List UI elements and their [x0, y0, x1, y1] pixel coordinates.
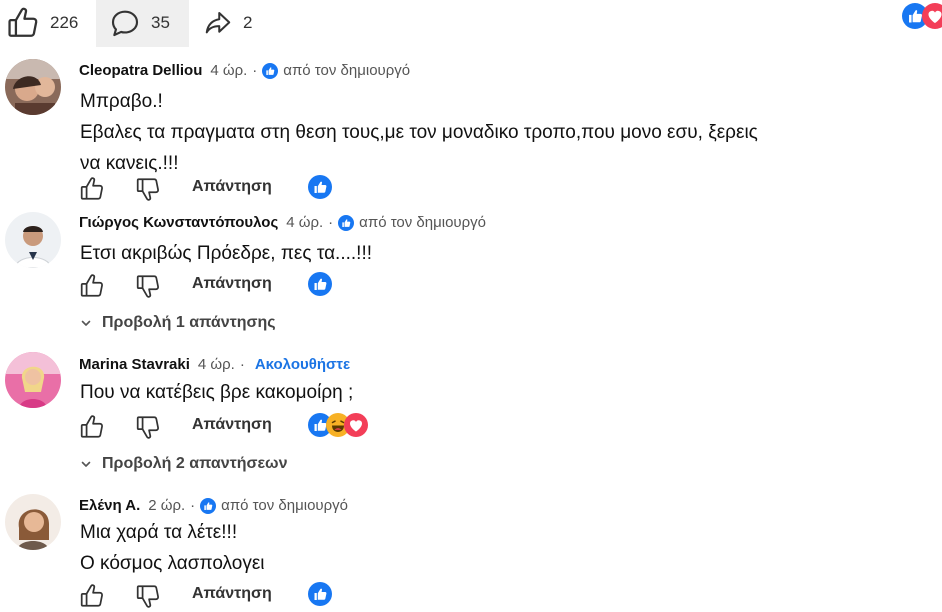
avatar[interactable]	[5, 494, 61, 550]
comment-reactions[interactable]	[308, 272, 332, 296]
author-badge: από τον δημιουργό	[338, 214, 486, 231]
reply-button[interactable]: Απάντηση	[192, 416, 272, 434]
like-button[interactable]	[79, 176, 105, 202]
follow-button[interactable]: Ακολουθήστε	[255, 356, 350, 373]
chevron-down-icon	[80, 458, 92, 470]
comment-header: Ελένη Α. 2 ώρ. · από τον δημιουργό	[79, 497, 348, 514]
reply-button[interactable]: Απάντηση	[192, 585, 272, 603]
comment-time[interactable]: 4 ώρ.	[286, 214, 323, 231]
avatar[interactable]	[5, 352, 61, 408]
love-icon	[922, 3, 942, 29]
comment-header: Marina Stavraki 4 ώρ. · Ακολουθήστε	[79, 356, 350, 373]
likes-stat[interactable]: 226	[6, 0, 78, 46]
view-replies-label: Προβολή 2 απαντήσεων	[102, 455, 288, 472]
view-replies-button[interactable]: Προβολή 1 απάντησης	[80, 314, 276, 332]
comment-text: Που να κατέβεις βρε κακομοίρη ;	[80, 382, 354, 403]
shares-stat[interactable]: 2	[203, 0, 252, 46]
likes-count: 226	[50, 13, 79, 32]
comment-reactions[interactable]	[308, 413, 372, 437]
comments-stat[interactable]: 35	[109, 0, 170, 46]
comment-bubble-icon	[109, 7, 141, 39]
chevron-down-icon	[80, 317, 92, 329]
author-badge-label: από τον δημιουργό	[359, 214, 487, 231]
reply-button[interactable]: Απάντηση	[192, 275, 272, 293]
comment-header: Γιώργος Κωνσταντόπουλος 4 ώρ. · από τον …	[79, 214, 486, 231]
like-button[interactable]	[79, 583, 105, 609]
comment-reactions[interactable]	[308, 582, 332, 606]
creator-badge-icon	[262, 63, 278, 79]
dislike-button[interactable]	[135, 273, 161, 299]
creator-badge-icon	[338, 215, 354, 231]
author-badge-label: από τον δημιουργό	[221, 497, 348, 514]
separator-dot: ·	[328, 214, 334, 231]
comment-text: Ετσι ακριβώς Πρόεδρε, πες τα....!!!	[80, 243, 373, 264]
dislike-button[interactable]	[135, 414, 161, 440]
share-arrow-icon	[203, 8, 233, 38]
author-badge: από τον δημιουργό	[262, 62, 410, 79]
comment-reactions[interactable]	[308, 175, 332, 199]
view-replies-button[interactable]: Προβολή 2 απαντήσεων	[80, 455, 287, 473]
like-button[interactable]	[79, 414, 105, 440]
like-icon	[308, 272, 332, 296]
comment-text: Μια χαρά τα λέτε!!! Ο κόσμος λασπολογει	[80, 522, 265, 574]
reply-button[interactable]: Απάντηση	[192, 178, 272, 196]
shares-count: 2	[243, 13, 253, 32]
author-badge-label: από τον δημιουργό	[283, 62, 411, 79]
thumbs-up-icon	[6, 6, 40, 40]
comment-time[interactable]: 4 ώρ.	[210, 62, 247, 79]
dislike-button[interactable]	[135, 176, 161, 202]
view-replies-label: Προβολή 1 απάντησης	[102, 314, 276, 331]
separator-dot: ·	[239, 356, 245, 373]
creator-badge-icon	[200, 498, 216, 514]
comments-count: 35	[151, 13, 170, 32]
like-button[interactable]	[79, 273, 105, 299]
love-icon	[344, 413, 368, 437]
avatar[interactable]	[5, 212, 61, 268]
separator-dot: ·	[190, 497, 196, 514]
avatar[interactable]	[5, 59, 61, 115]
comment-header: Cleopatra Delliou 4 ώρ. · από τον δημιου…	[79, 62, 410, 79]
comment-author[interactable]: Γιώργος Κωνσταντόπουλος	[79, 214, 278, 231]
separator-dot: ·	[252, 62, 258, 79]
like-icon	[308, 175, 332, 199]
comment-time[interactable]: 2 ώρ.	[148, 497, 185, 514]
comment-author[interactable]: Marina Stavraki	[79, 356, 190, 373]
author-badge: από τον δημιουργό	[200, 497, 348, 514]
dislike-button[interactable]	[135, 583, 161, 609]
comment-author[interactable]: Ελένη Α.	[79, 497, 140, 514]
like-icon	[308, 582, 332, 606]
post-reactions-summary[interactable]	[900, 3, 942, 29]
comment-author[interactable]: Cleopatra Delliou	[79, 62, 202, 79]
comment-text: Μπραβο.! Εβαλες τα πραγματα στη θεση του…	[80, 91, 758, 174]
comment-time[interactable]: 4 ώρ.	[198, 356, 235, 373]
